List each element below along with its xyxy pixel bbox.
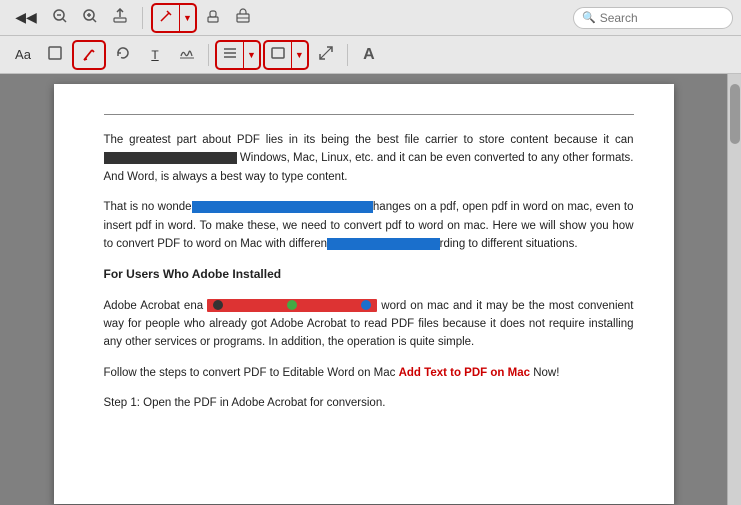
nav-back-button[interactable]: ◀◀ [8,5,44,31]
redaction-bar [207,299,377,312]
paragraph-2: That is no wonde hanges on a pdf, open p… [104,198,634,253]
nav-back-icon: ◀◀ [15,9,37,26]
search-icon: 🔍 [582,11,596,24]
stamp-button[interactable] [199,5,227,31]
section-heading: For Users Who Adobe Installed [104,265,634,284]
heading-text: For Users Who Adobe Installed [104,267,282,281]
nav-group: ◀◀ [8,5,134,31]
font-icon: A [363,46,375,64]
rotate-button[interactable] [108,41,138,69]
scrollbar[interactable] [727,74,741,505]
align-dropdown[interactable]: ▼ [243,42,259,68]
stamp-icon [205,8,221,27]
briefcase-button[interactable] [229,5,257,31]
zoom-out-button[interactable] [46,5,74,31]
correction-icon: T [151,48,158,62]
redaction-dot-left [213,300,223,310]
para4-text-start: Follow the steps to convert PDF to Edita… [104,367,399,379]
briefcase-icon [235,8,251,27]
rect-tool-group: ▼ [263,40,309,70]
zoom-out-icon [52,8,68,27]
pen-tool-group: ▼ [151,3,197,33]
para4-link[interactable]: Add Text to PDF on Mac [399,367,530,379]
sep2 [208,44,209,66]
text-size-label: Aa [15,47,31,62]
sep1 [142,7,143,29]
red-pen-button[interactable] [72,40,106,70]
paragraph-5: Step 1: Open the PDF in Adobe Acrobat fo… [104,394,634,412]
para2-text-end: rding to different situations. [440,238,578,250]
resize-button[interactable] [311,41,341,69]
para1-text-start: The greatest part about PDF lies in its … [104,134,634,146]
rect-dropdown[interactable]: ▼ [291,42,307,68]
para1-redacted [104,152,237,164]
text-size-button[interactable]: Aa [8,41,38,69]
pdf-page: The greatest part about PDF lies in its … [54,84,674,504]
align-tool-group: ▼ [215,40,261,70]
main-area: The greatest part about PDF lies in its … [0,74,741,505]
redaction-dot-center [287,300,297,310]
checkbox-icon [48,46,62,63]
align-button[interactable] [217,47,243,62]
export-icon [112,8,128,27]
scroll-thumb[interactable] [730,84,740,144]
pen-tool-dropdown[interactable]: ▼ [179,5,195,31]
redaction-dot-right [361,300,371,310]
pdf-container[interactable]: The greatest part about PDF lies in its … [0,74,727,505]
signature-icon [179,46,195,63]
toolbar-second: Aa T [0,36,741,74]
resize-icon [319,46,333,63]
para2-highlight1 [192,201,373,213]
para4-text-end: Now! [530,367,559,379]
search-input[interactable] [600,11,724,25]
divider [104,114,634,115]
annotation-group: ▼ [151,3,257,33]
paragraph-4: Follow the steps to convert PDF to Edita… [104,364,634,382]
rect-button[interactable] [265,47,291,62]
checkbox-button[interactable] [40,41,70,69]
para2-text-start: That is no wonde [104,201,192,213]
export-button[interactable] [106,5,134,31]
font-button[interactable]: A [354,41,384,69]
signature-button[interactable] [172,41,202,69]
paragraph-1: The greatest part about PDF lies in its … [104,131,634,186]
para2-highlight2 [327,238,440,250]
para5-text: Step 1: Open the PDF in Adobe Acrobat fo… [104,397,386,409]
rotate-icon [116,46,130,63]
pen-tool-button[interactable] [153,9,179,26]
para3-text-start: Adobe Acrobat ena [104,300,204,312]
toolbar-top: ◀◀ [0,0,741,36]
sep3 [347,44,348,66]
correction-button[interactable]: T [140,41,170,69]
zoom-in-icon [82,8,98,27]
paragraph-3: Adobe Acrobat ena word on mac and it may… [104,297,634,352]
search-box[interactable]: 🔍 [573,7,733,29]
zoom-in-button[interactable] [76,5,104,31]
